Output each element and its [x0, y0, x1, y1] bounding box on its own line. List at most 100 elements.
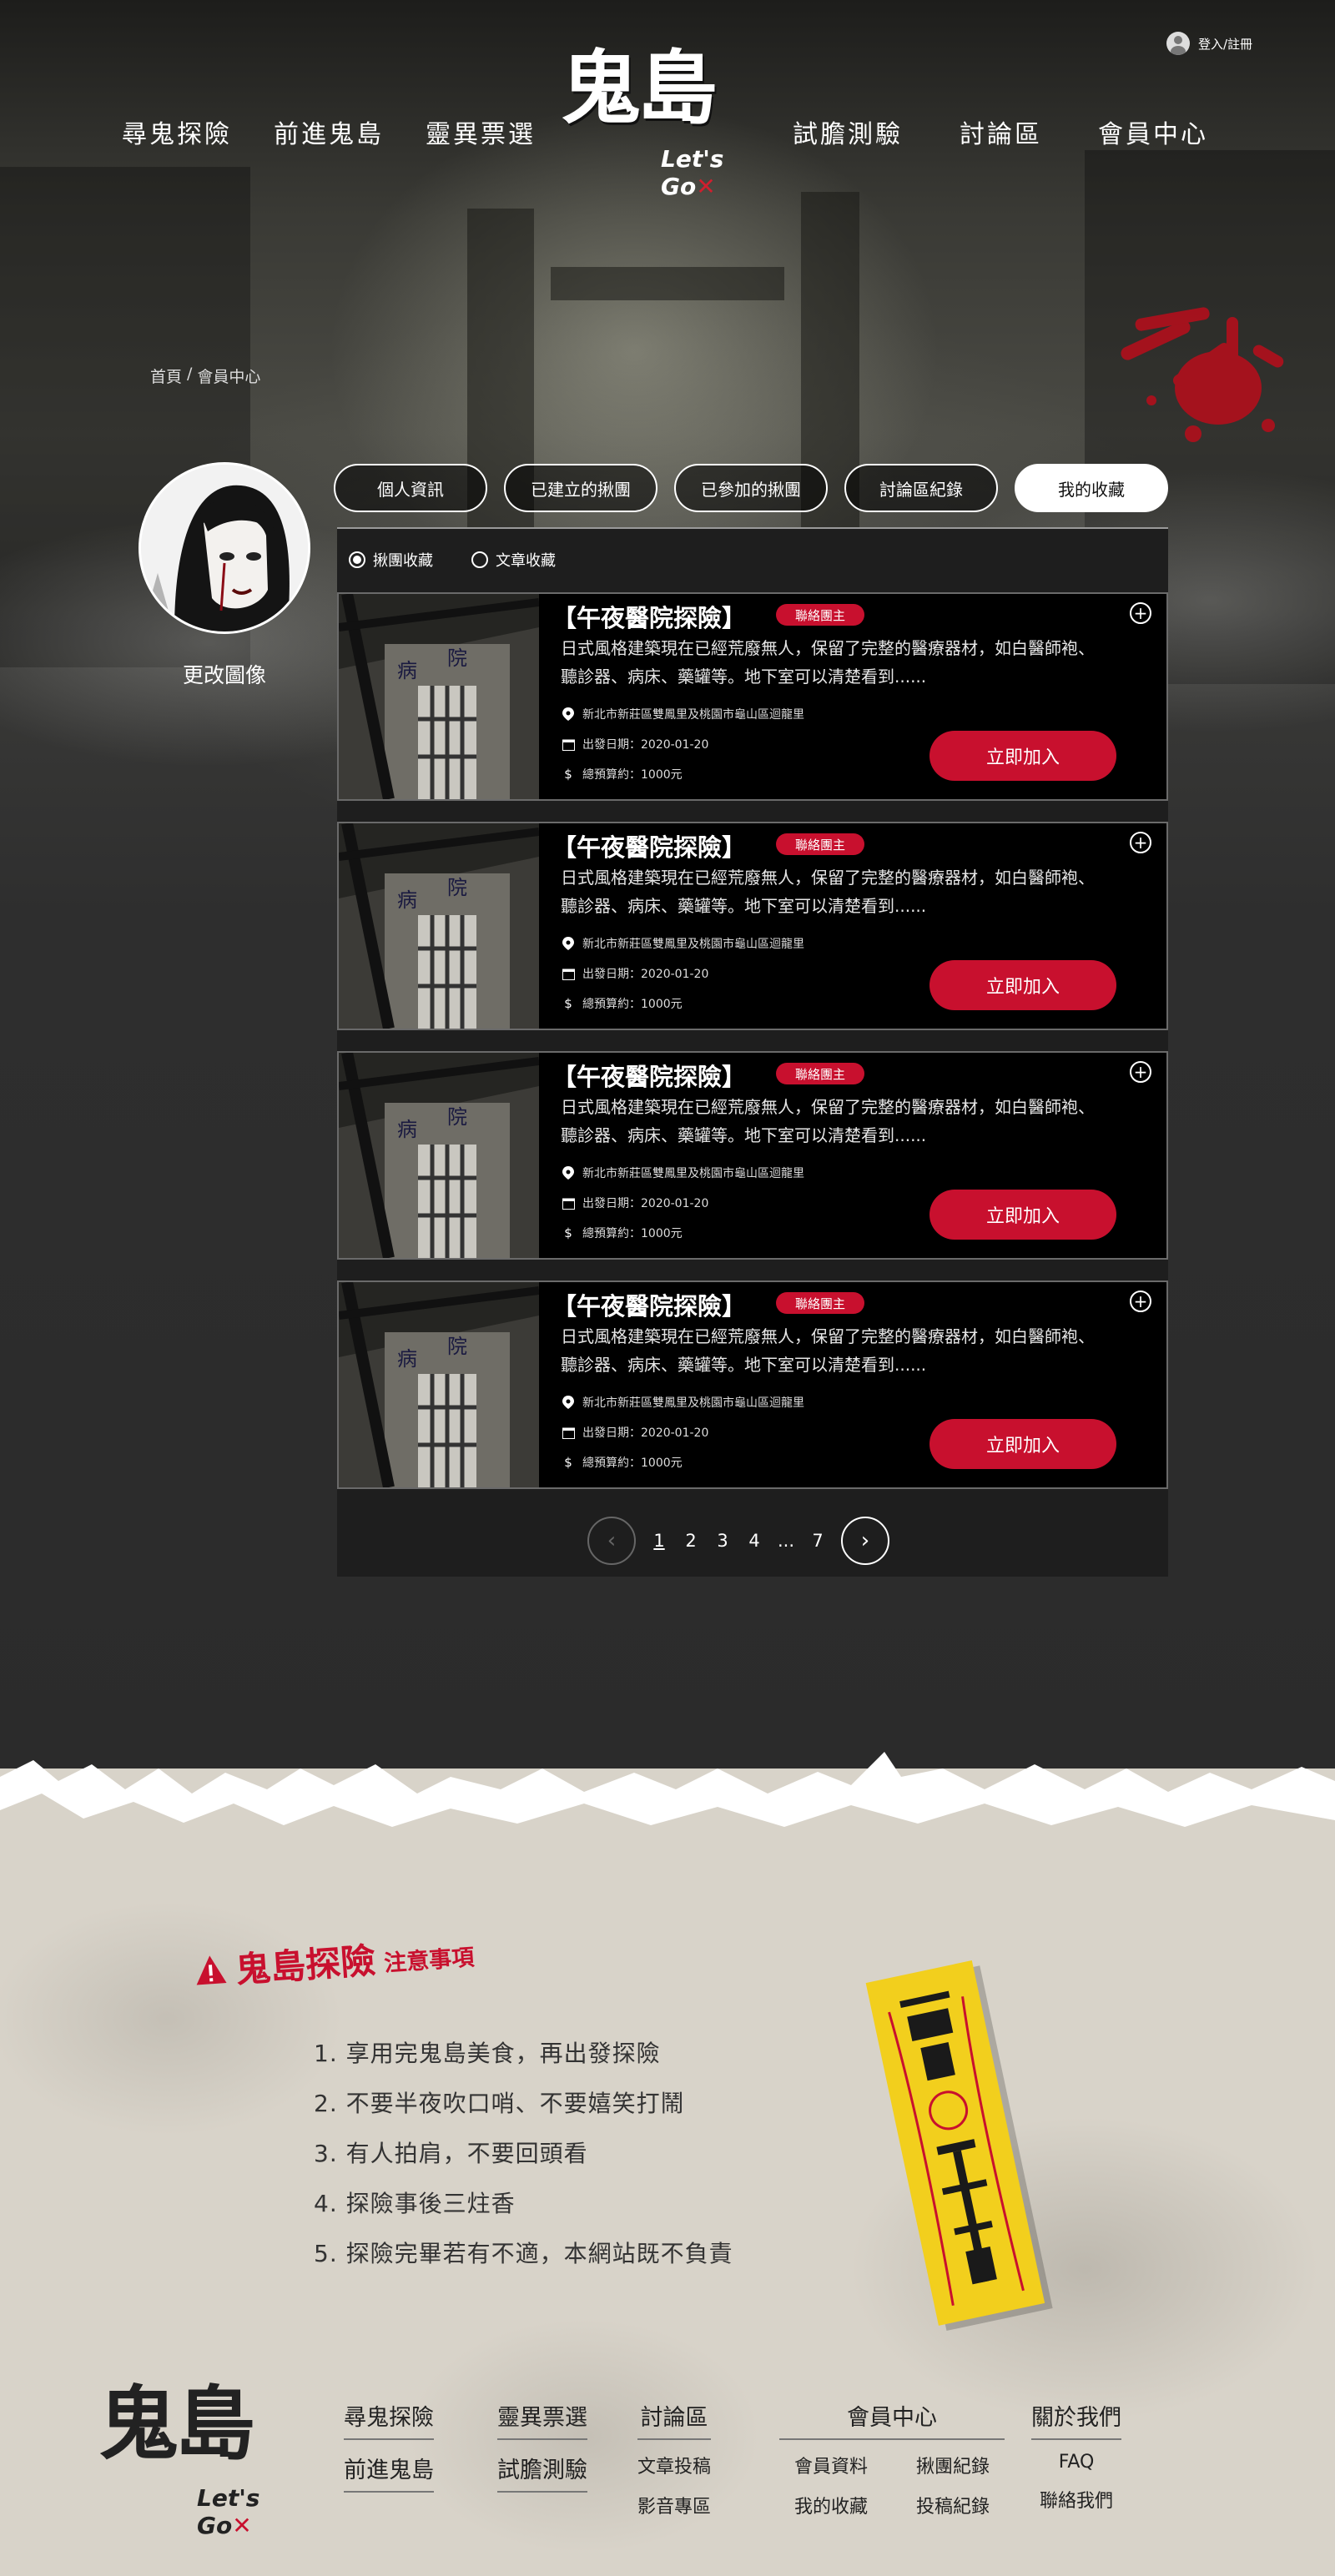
- footer-link-article-submit[interactable]: 文章投稿: [637, 2452, 711, 2478]
- card-date: 出發日期：2020-01-20: [561, 965, 708, 982]
- footer-link-video-zone[interactable]: 影音專區: [637, 2492, 711, 2518]
- footer-logo[interactable]: 鬼島 Let's Go✕: [98, 2377, 315, 2540]
- footer-heading-member-center[interactable]: 會員中心: [779, 2399, 1005, 2440]
- card-title: 【午夜醫院探險】: [552, 604, 747, 632]
- add-icon[interactable]: +: [1130, 1061, 1151, 1083]
- footer-logo-main: 鬼島: [98, 2377, 255, 2471]
- card-location: 新北市新莊區雙鳳里及桃園市龜山區迴龍里: [561, 706, 804, 722]
- breadcrumb-home[interactable]: 首頁: [150, 365, 182, 387]
- calendar-icon: [561, 1425, 576, 1440]
- login-register-link[interactable]: 登入/註冊: [1166, 32, 1252, 55]
- page-link[interactable]: 1: [651, 1531, 668, 1551]
- tab-forum-records[interactable]: 討論區紀錄: [844, 464, 998, 512]
- add-icon[interactable]: +: [1130, 1291, 1151, 1312]
- torn-paper-edge: [0, 1752, 1335, 1860]
- contact-host-tag[interactable]: 聯絡團主: [776, 1063, 864, 1084]
- member-tabs: 個人資訊 已建立的揪團 已參加的揪團 討論區紀錄 我的收藏: [334, 464, 1168, 512]
- footer-column-adventure: 尋鬼探險 前進鬼島: [344, 2399, 434, 2493]
- svg-text:病: 病: [397, 1347, 417, 1371]
- footer-link-group-records[interactable]: 揪團紀錄: [916, 2452, 990, 2478]
- page-ellipsis: ...: [778, 1531, 795, 1551]
- tab-created-groups[interactable]: 已建立的揪團: [504, 464, 657, 512]
- page-link[interactable]: 4: [746, 1531, 763, 1551]
- card-description: 日式風格建築現在已經荒廢無人，保留了完整的醫療器材，如白醫師袍、聽診器、病床、藥…: [561, 1326, 1095, 1375]
- logo-main-text: 鬼島: [561, 41, 718, 135]
- footer-heading-forum[interactable]: 討論區: [637, 2399, 712, 2440]
- pagination: ‹ 1 2 3 4 ... 7 ›: [587, 1517, 889, 1565]
- notice-rules-list: 1. 享用完鬼島美食，再出發探險 2. 不要半夜吹口哨、不要嬉笑打鬧 3. 有人…: [314, 2029, 733, 2279]
- svg-text:病: 病: [397, 659, 417, 682]
- tab-my-favorites[interactable]: 我的收藏: [1015, 464, 1168, 512]
- location-pin-icon: [561, 1165, 576, 1180]
- join-now-button[interactable]: 立即加入: [929, 1419, 1116, 1469]
- svg-text:院: 院: [447, 1105, 467, 1129]
- nav-item-forum[interactable]: 討論區: [960, 113, 1042, 150]
- footer-link-my-favorites[interactable]: 我的收藏: [794, 2492, 868, 2518]
- nav-item-courage-test[interactable]: 試膽測驗: [793, 113, 903, 150]
- nav-item-ghost-adventure[interactable]: 尋鬼探險: [122, 113, 232, 150]
- filter-group-favorites[interactable]: 揪團收藏: [349, 549, 433, 571]
- contact-host-tag[interactable]: 聯絡團主: [776, 833, 864, 855]
- card-description: 日式風格建築現在已經荒廢無人，保留了完整的醫療器材，如白醫師袍、聽診器、病床、藥…: [561, 638, 1095, 687]
- add-icon[interactable]: +: [1130, 602, 1151, 624]
- page-link[interactable]: 2: [683, 1531, 699, 1551]
- footer-heading-about-us[interactable]: 關於我們: [1031, 2399, 1121, 2440]
- svg-text:院: 院: [447, 647, 467, 670]
- contact-host-tag[interactable]: 聯絡團主: [776, 604, 864, 626]
- svg-text:院: 院: [447, 1335, 467, 1358]
- card-budget: $ 總預算約：1000元: [561, 995, 682, 1012]
- svg-text:院: 院: [447, 876, 467, 899]
- card-date: 出發日期：2020-01-20: [561, 1195, 708, 1211]
- notice-title-sub: 注意事項: [383, 1945, 476, 1977]
- footer-link-faq[interactable]: FAQ: [1031, 2452, 1121, 2473]
- calendar-icon: [561, 737, 576, 752]
- tab-joined-groups[interactable]: 已參加的揪團: [674, 464, 828, 512]
- footer-link-courage-test[interactable]: 試膽測驗: [497, 2452, 587, 2493]
- location-pin-icon: [561, 936, 576, 951]
- page-link[interactable]: 7: [809, 1531, 826, 1551]
- location-pin-icon: [561, 707, 576, 722]
- hospital-image: 病 院: [339, 1282, 539, 1487]
- nav-item-go-ghost-island[interactable]: 前進鬼島: [274, 113, 384, 150]
- card-budget: $ 總預算約：1000元: [561, 766, 682, 782]
- page-link[interactable]: 3: [714, 1531, 731, 1551]
- nav-item-member-center[interactable]: 會員中心: [1098, 113, 1208, 150]
- card-location: 新北市新莊區雙鳳里及桃園市龜山區迴龍里: [561, 935, 804, 952]
- footer-link-ghost-adventure[interactable]: 尋鬼探險: [344, 2399, 434, 2440]
- svg-text:病: 病: [397, 1118, 417, 1141]
- join-now-button[interactable]: 立即加入: [929, 731, 1116, 781]
- contact-host-tag[interactable]: 聯絡團主: [776, 1292, 864, 1314]
- footer-link-contact-us[interactable]: 聯絡我們: [1031, 2486, 1121, 2513]
- svg-text:病: 病: [397, 888, 417, 912]
- site-logo[interactable]: 鬼島 Let's Go✕: [561, 41, 778, 201]
- add-icon[interactable]: +: [1130, 832, 1151, 853]
- prev-page-button[interactable]: ‹: [587, 1517, 636, 1565]
- dollar-icon: $: [564, 1455, 572, 1470]
- footer-link-paranormal-vote[interactable]: 靈異票選: [497, 2399, 587, 2440]
- hospital-photo: 病 院: [339, 1282, 539, 1487]
- change-photo-button[interactable]: 更改圖像: [139, 659, 310, 689]
- footer-link-go-ghost-island[interactable]: 前進鬼島: [344, 2452, 434, 2493]
- footer-link-member-info[interactable]: 會員資料: [794, 2452, 868, 2478]
- calendar-icon: [561, 966, 576, 981]
- tab-personal-info[interactable]: 個人資訊: [334, 464, 487, 512]
- join-now-button[interactable]: 立即加入: [929, 1190, 1116, 1240]
- card-budget: $ 總預算約：1000元: [561, 1225, 682, 1241]
- filter-article-favorites[interactable]: 文章收藏: [471, 549, 556, 571]
- chevron-right-icon: ›: [860, 1528, 870, 1553]
- login-label: 登入/註冊: [1198, 36, 1253, 52]
- card-date: 出發日期：2020-01-20: [561, 736, 708, 752]
- user-icon: [1166, 32, 1190, 55]
- list-item: 3. 有人拍肩，不要回頭看: [314, 2140, 588, 2167]
- group-card: 病 院 【午夜醫院探險】 聯絡團主 + 日式風格建築現在已經荒廢無人，保留了完整…: [337, 1280, 1168, 1489]
- card-title: 【午夜醫院探險】: [552, 1292, 747, 1321]
- hospital-image: 病 院: [339, 594, 539, 799]
- hospital-image: 病 院: [339, 1053, 539, 1258]
- join-now-button[interactable]: 立即加入: [929, 960, 1116, 1010]
- calendar-icon: [561, 1195, 576, 1210]
- dollar-icon: $: [564, 1225, 572, 1240]
- next-page-button[interactable]: ›: [841, 1517, 889, 1565]
- footer-link-submission-records[interactable]: 投稿紀錄: [916, 2492, 990, 2518]
- dollar-icon: $: [564, 767, 572, 782]
- nav-item-paranormal-vote[interactable]: 靈異票選: [426, 113, 536, 150]
